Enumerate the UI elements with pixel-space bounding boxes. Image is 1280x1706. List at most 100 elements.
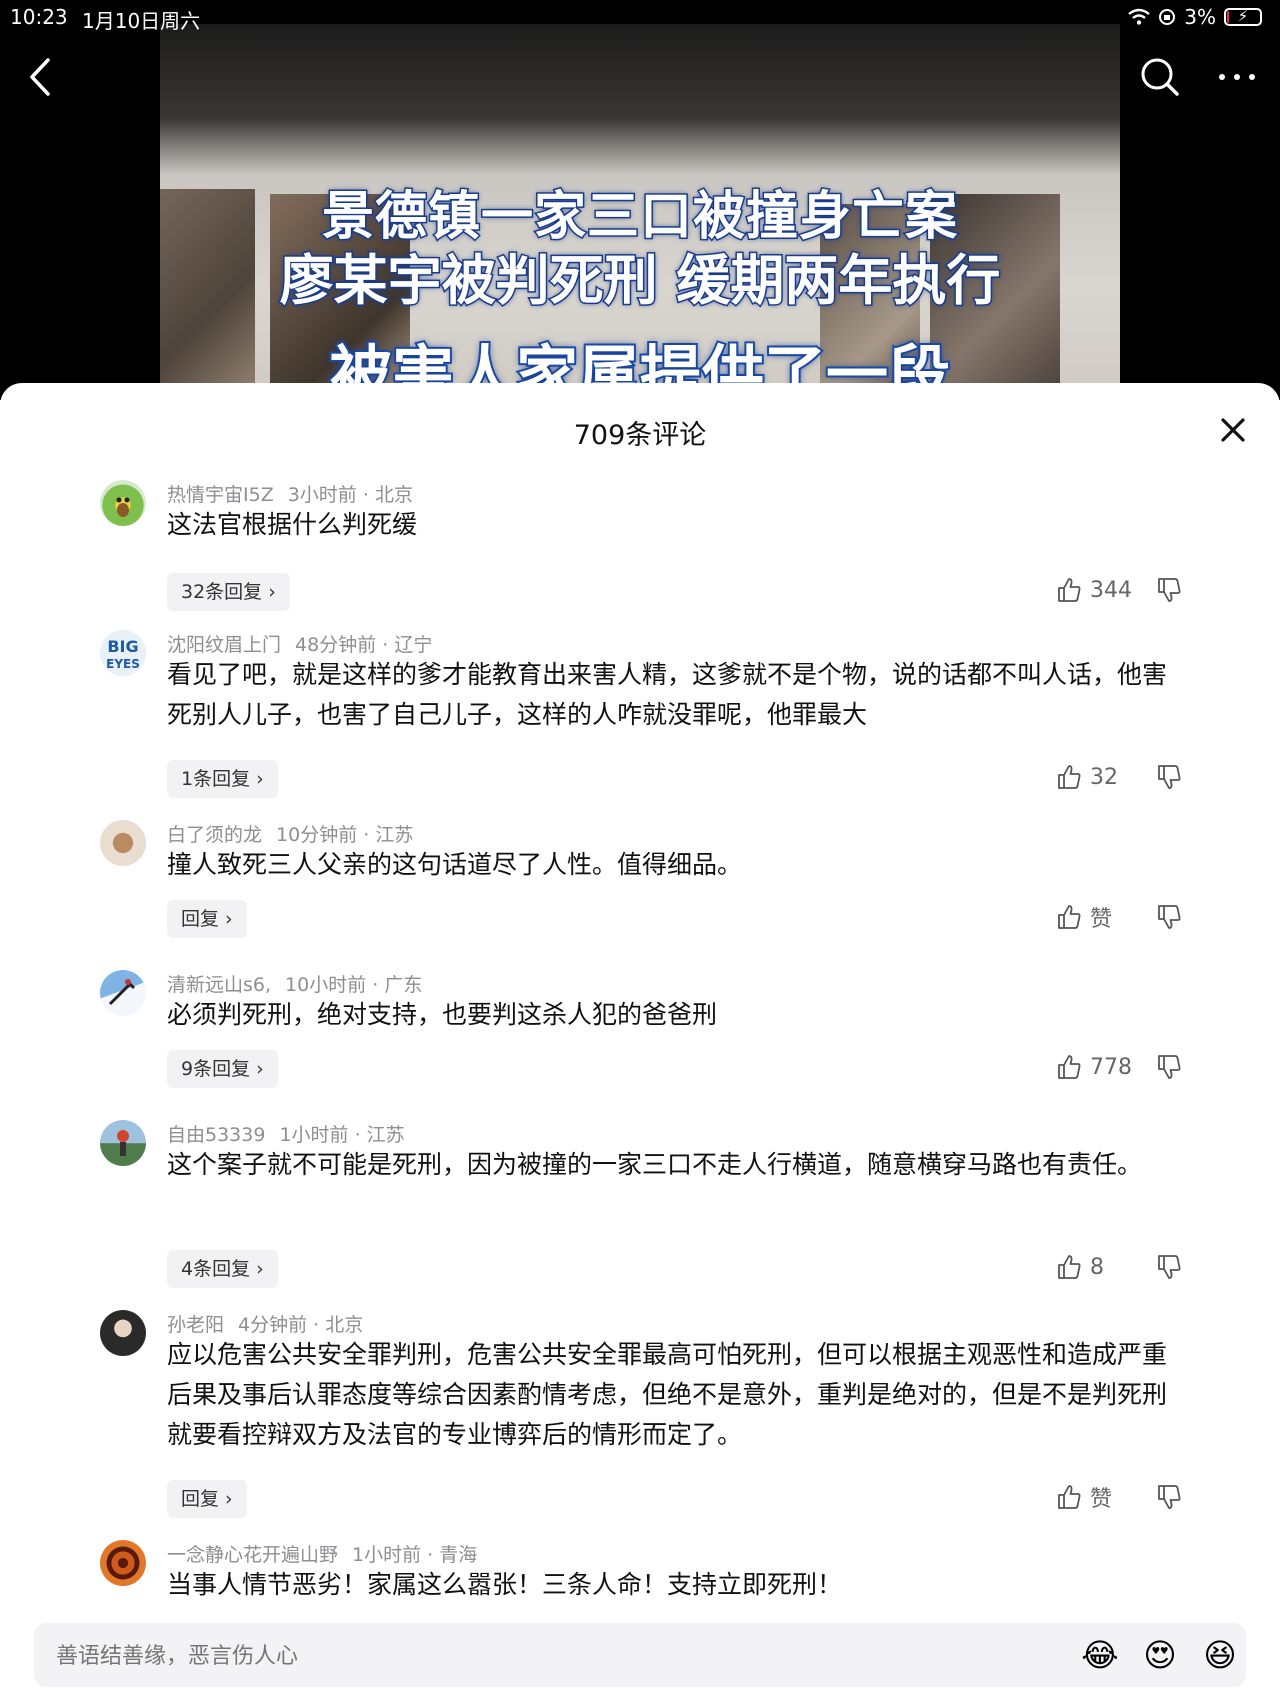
like-label: 赞	[1090, 907, 1113, 932]
like-count: 778	[1090, 1054, 1132, 1080]
comment-text: 看见了吧，就是这样的爹才能教育出来害人精，这爹就不是个物，说的话都不叫人话，他害…	[167, 660, 1168, 729]
thumbs-down-icon	[1158, 1485, 1181, 1509]
avatar[interactable]	[100, 1540, 146, 1586]
comment-text: 撞人致死三人父亲的这句话道尽了人性。值得细品。	[167, 850, 743, 879]
reply-count: 1条回复	[181, 768, 251, 790]
thumbs-up-icon	[1058, 578, 1081, 602]
comment-username[interactable]: 清新远山s6,	[167, 974, 271, 996]
chevron-right-icon: ›	[256, 768, 264, 790]
avatar[interactable]	[100, 1120, 146, 1166]
chevron-right-icon: ›	[225, 1488, 233, 1510]
comment-location: 青海	[439, 1544, 478, 1566]
comments-sheet: 709条评论 热情宇宙I5Z 3小时前 · 北京 这法官根据什么判死缓 32条回复…	[0, 383, 1280, 1706]
reply-count: 9条回复	[181, 1058, 251, 1080]
comment-time: 1小时前	[352, 1544, 422, 1566]
view-replies-button[interactable]: 32条回复 ›	[167, 573, 290, 611]
dislike-button[interactable]	[1156, 1484, 1186, 1514]
comment-location: 北京	[374, 484, 413, 506]
thumbs-up-icon	[1058, 905, 1081, 929]
comment-username[interactable]: 一念静心花开遍山野	[167, 1544, 338, 1566]
like-count: 32	[1090, 764, 1118, 790]
emoji-grinning-icon[interactable]: 😆	[1200, 1635, 1240, 1675]
avatar[interactable]	[100, 970, 146, 1016]
comment-location: 辽宁	[394, 634, 433, 656]
comment-username[interactable]: 自由53339	[167, 1124, 265, 1146]
comment-time: 1小时前	[279, 1124, 349, 1146]
chevron-right-icon: ›	[225, 908, 233, 930]
comment-location: 北京	[325, 1314, 364, 1336]
comment-location: 江苏	[366, 1124, 405, 1146]
comment-username[interactable]: 沈阳纹眉上门	[167, 634, 281, 656]
more-button[interactable]	[1212, 60, 1262, 94]
status-bar: 10:23 1月10日周六 3% ⚡	[0, 0, 1280, 34]
like-label: 赞	[1090, 1487, 1113, 1512]
chevron-right-icon: ›	[256, 1258, 264, 1280]
dislike-button[interactable]	[1156, 1254, 1186, 1284]
comment-time: 10小时前	[285, 974, 367, 996]
close-comments-button[interactable]	[1216, 413, 1250, 447]
comment-time: 3小时前	[287, 484, 357, 506]
chevron-right-icon: ›	[268, 581, 276, 603]
comment-meta: 热情宇宙I5Z 3小时前 · 北京	[167, 484, 413, 506]
thumbs-down-icon	[1158, 1255, 1181, 1279]
status-time: 10:23	[10, 5, 68, 29]
like-count: 344	[1090, 577, 1132, 603]
avatar[interactable]	[100, 1310, 146, 1356]
comment-time: 4分钟前	[238, 1314, 308, 1336]
like-button[interactable]: 赞	[1056, 900, 1112, 934]
comment-username[interactable]: 白了须的龙	[167, 824, 262, 846]
avatar[interactable]: BIG EYES	[100, 630, 146, 676]
video-player[interactable]: 景德镇一家三口被撞身亡案 廖某宇被判死刑 缓期两年执行 被害人家属提供了一段	[0, 0, 1280, 400]
close-icon	[1221, 418, 1245, 442]
search-button[interactable]	[1138, 55, 1182, 99]
reply-label: 回复	[181, 908, 220, 930]
comment-time: 48分钟前	[295, 634, 377, 656]
like-button[interactable]: 778	[1056, 1050, 1132, 1084]
more-dots-icon	[1219, 74, 1255, 80]
thumbs-up-icon	[1058, 1485, 1081, 1509]
svg-text:EYES: EYES	[106, 657, 140, 671]
battery-percent: 3%	[1184, 5, 1216, 29]
wifi-icon	[1128, 8, 1151, 25]
video-caption-line2: 廖某宇被判死刑 缓期两年执行	[278, 248, 1002, 314]
thumbs-down-icon	[1158, 1055, 1181, 1079]
comment-username[interactable]: 热情宇宙I5Z	[167, 484, 274, 506]
comment-username[interactable]: 孙老阳	[167, 1314, 224, 1336]
status-icons: 3% ⚡	[1128, 5, 1262, 29]
thumbs-down-icon	[1158, 905, 1181, 929]
comment-text: 这法官根据什么判死缓	[167, 510, 418, 539]
like-count: 8	[1090, 1254, 1104, 1280]
dislike-button[interactable]	[1156, 577, 1186, 607]
reply-button[interactable]: 回复 ›	[167, 900, 247, 938]
dislike-button[interactable]	[1156, 1054, 1186, 1084]
comment-text: 必须判死刑，绝对支持，也要判这杀人犯的爸爸刑	[167, 1000, 718, 1029]
comment-text: 应以危害公共安全罪判刑，危害公共安全罪最高可怕死刑，但可以根据主观恶性和造成严重…	[167, 1340, 1168, 1449]
like-button[interactable]: 赞	[1056, 1480, 1112, 1514]
chevron-left-icon	[30, 58, 50, 96]
comment-location: 广东	[384, 974, 423, 996]
comment-input[interactable]	[54, 1637, 858, 1675]
view-replies-button[interactable]: 4条回复 ›	[167, 1250, 278, 1288]
orientation-lock-icon	[1159, 9, 1176, 25]
reply-count: 32条回复	[181, 581, 263, 603]
comments-count-title: 709条评论	[573, 420, 707, 451]
view-replies-button[interactable]: 9条回复 ›	[167, 1050, 278, 1088]
like-button[interactable]: 8	[1056, 1250, 1104, 1284]
reply-button[interactable]: 回复 ›	[167, 1480, 247, 1518]
reply-count: 4条回复	[181, 1258, 251, 1280]
avatar[interactable]	[100, 820, 146, 866]
charging-bolt-icon: ⚡	[1237, 7, 1249, 25]
battery-icon: ⚡	[1224, 7, 1262, 26]
dislike-button[interactable]	[1156, 904, 1186, 934]
reply-label: 回复	[181, 1488, 220, 1510]
dislike-button[interactable]	[1156, 764, 1186, 794]
svg-text:BIG: BIG	[107, 637, 138, 656]
comment-meta: 孙老阳 4分钟前 · 北京	[167, 1314, 364, 1336]
back-button[interactable]	[20, 52, 60, 102]
emoji-heart-eyes-icon[interactable]: 😍	[1140, 1635, 1180, 1675]
like-button[interactable]: 32	[1056, 760, 1118, 794]
view-replies-button[interactable]: 1条回复 ›	[167, 760, 278, 798]
emoji-laughing-crying-icon[interactable]: 😂	[1080, 1635, 1120, 1675]
avatar[interactable]	[100, 480, 146, 526]
like-button[interactable]: 344	[1056, 573, 1132, 607]
